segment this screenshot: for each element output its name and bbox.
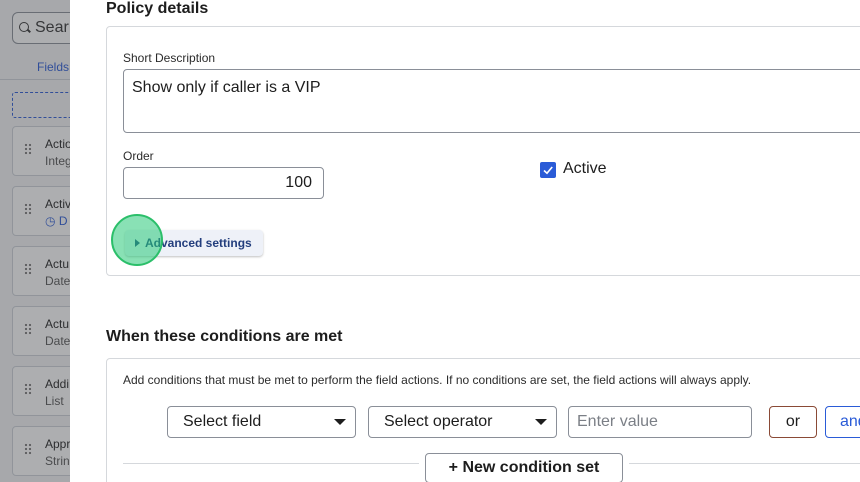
order-field[interactable]: 100 bbox=[123, 167, 324, 199]
caret-right-icon bbox=[135, 239, 140, 247]
divider bbox=[629, 463, 860, 464]
short-description-label: Short Description bbox=[123, 51, 216, 65]
new-condition-set-button[interactable]: + New condition set bbox=[425, 453, 623, 482]
policy-modal: Policy details Short Description Show on… bbox=[70, 0, 860, 482]
value-input[interactable]: Enter value bbox=[568, 406, 752, 438]
active-label: Active bbox=[563, 160, 607, 177]
order-label: Order bbox=[123, 149, 154, 163]
short-description-field[interactable]: Show only if caller is a VIP bbox=[123, 69, 860, 133]
select-field-dropdown[interactable]: Select field bbox=[167, 406, 356, 438]
and-button[interactable]: and bbox=[825, 406, 860, 438]
modal-backdrop[interactable] bbox=[0, 0, 70, 482]
dropdown-arrow-icon bbox=[334, 419, 346, 425]
policy-details-title: Policy details bbox=[106, 0, 209, 17]
conditions-title: When these conditions are met bbox=[106, 328, 343, 345]
advanced-settings-button[interactable]: Advanced settings bbox=[125, 230, 263, 256]
select-operator-dropdown[interactable]: Select operator bbox=[368, 406, 557, 438]
conditions-panel: Add conditions that must be met to perfo… bbox=[106, 358, 860, 482]
divider bbox=[123, 463, 419, 464]
active-checkbox[interactable] bbox=[540, 162, 556, 178]
or-button[interactable]: or bbox=[769, 406, 817, 438]
policy-details-panel: Short Description Show only if caller is… bbox=[106, 26, 860, 276]
conditions-description: Add conditions that must be met to perfo… bbox=[123, 373, 752, 387]
dropdown-arrow-icon bbox=[535, 419, 547, 425]
checkmark-icon bbox=[543, 166, 553, 175]
